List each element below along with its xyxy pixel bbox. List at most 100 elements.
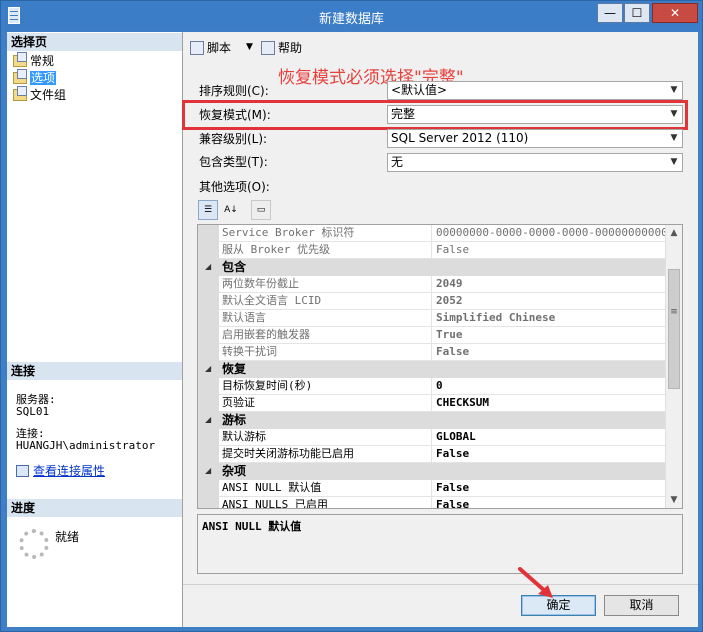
property-name: 目标恢复时间(秒) bbox=[220, 378, 432, 395]
property-name: Service Broker 标识符 bbox=[220, 225, 432, 242]
property-description: ANSI NULL 默认值 bbox=[197, 514, 683, 574]
page-item[interactable]: 文件组 bbox=[13, 86, 67, 103]
property-row[interactable]: 服从 Broker 优先级 False bbox=[198, 242, 665, 259]
property-row[interactable]: 转换干扰词 False bbox=[198, 344, 665, 361]
property-pages-icon[interactable]: ▭ bbox=[251, 200, 271, 220]
property-value[interactable]: False bbox=[434, 446, 665, 463]
property-row[interactable]: ANSI NULL 默认值 False bbox=[198, 480, 665, 497]
script-button[interactable]: 脚本 bbox=[190, 40, 231, 56]
properties-icon bbox=[16, 465, 29, 477]
property-name: 启用嵌套的触发器 bbox=[220, 327, 432, 344]
page-item[interactable]: 常规 bbox=[13, 52, 55, 69]
help-icon bbox=[261, 41, 275, 55]
title-bar[interactable]: 新建数据库 — ☐ ✕ bbox=[1, 1, 702, 31]
collapse-arrow-icon[interactable]: ◢ bbox=[205, 415, 211, 424]
minimize-button[interactable]: — bbox=[597, 3, 623, 23]
property-value[interactable]: True bbox=[434, 327, 665, 344]
category-name: 包含 bbox=[222, 260, 247, 274]
property-row[interactable]: 提交时关闭游标功能已启用 False bbox=[198, 446, 665, 463]
property-value[interactable]: False bbox=[434, 242, 665, 259]
property-grid-scrollbar[interactable]: ▲ ≡ ▼ bbox=[665, 225, 682, 508]
property-category-row[interactable]: ◢ 杂项 bbox=[198, 463, 665, 480]
property-row[interactable]: 两位数年份截止 2049 bbox=[198, 276, 665, 293]
compat-level-label: 兼容级别(L): bbox=[199, 132, 268, 146]
property-value[interactable]: False bbox=[434, 480, 665, 497]
connection-header: 连接 bbox=[7, 362, 182, 380]
property-name: ANSI NULL 默认值 bbox=[220, 480, 432, 497]
property-name: 默认语言 bbox=[220, 310, 432, 327]
page-icon bbox=[13, 69, 27, 84]
page-item[interactable]: 选项 bbox=[13, 69, 57, 86]
property-row[interactable]: ANSI NULLS 已启用 False bbox=[198, 497, 665, 508]
chevron-down-icon[interactable]: ▼ bbox=[666, 154, 682, 171]
chevron-down-icon[interactable]: ▼ bbox=[666, 82, 682, 99]
scroll-down-icon[interactable]: ▼ bbox=[666, 492, 682, 508]
progress-spinner-icon bbox=[19, 529, 49, 559]
script-label: 脚本 bbox=[207, 41, 232, 55]
row-gutter bbox=[198, 242, 219, 259]
dialog-window: 新建数据库 — ☐ ✕ 选择页 常规 选项 文件组 连接 服务器: SQL01 连接… bbox=[0, 0, 703, 632]
property-name: 提交时关闭游标功能已启用 bbox=[220, 446, 432, 463]
maximize-button[interactable]: ☐ bbox=[624, 3, 650, 23]
help-button[interactable]: 帮助 bbox=[261, 40, 302, 56]
property-value[interactable]: 2049 bbox=[434, 276, 665, 293]
collapse-arrow-icon[interactable]: ◢ bbox=[205, 466, 211, 475]
containment-combo[interactable]: 无 ▼ bbox=[387, 153, 683, 172]
property-value[interactable]: 00000000-0000-0000-0000-000000000000 bbox=[434, 225, 665, 242]
recovery-highlight-box bbox=[182, 100, 688, 130]
property-value[interactable]: False bbox=[434, 344, 665, 361]
property-row[interactable]: 默认全文语言 LCID 2052 bbox=[198, 293, 665, 310]
row-gutter bbox=[198, 480, 219, 497]
property-value[interactable]: 2052 bbox=[434, 293, 665, 310]
property-row[interactable]: 启用嵌套的触发器 True bbox=[198, 327, 665, 344]
containment-label: 包含类型(T): bbox=[199, 155, 268, 169]
scrollbar-thumb[interactable] bbox=[668, 269, 680, 389]
property-row[interactable]: 页验证 CHECKSUM bbox=[198, 395, 665, 412]
category-name: 游标 bbox=[222, 413, 247, 427]
collation-combo[interactable]: <默认值> ▼ bbox=[387, 81, 683, 100]
help-label: 帮助 bbox=[278, 41, 303, 55]
server-value: SQL01 bbox=[16, 405, 50, 418]
view-connection-properties-link[interactable]: 查看连接属性 bbox=[16, 462, 105, 479]
row-gutter bbox=[198, 395, 219, 412]
category-name: 杂项 bbox=[222, 464, 247, 478]
containment-value: 无 bbox=[391, 155, 404, 169]
scroll-up-icon[interactable]: ▲ bbox=[666, 225, 682, 241]
property-grid: Service Broker 标识符 00000000-0000-0000-000… bbox=[197, 224, 683, 509]
category-name: 恢复 bbox=[222, 362, 247, 376]
collation-label: 排序规则(C): bbox=[199, 84, 269, 98]
collapse-arrow-icon[interactable]: ◢ bbox=[205, 262, 211, 271]
property-category-row[interactable]: ◢ 恢复 bbox=[198, 361, 665, 378]
property-value[interactable]: Simplified Chinese bbox=[434, 310, 665, 327]
property-row[interactable]: 默认游标 GLOBAL bbox=[198, 429, 665, 446]
script-dropdown-arrow-icon[interactable]: ▼ bbox=[246, 42, 253, 52]
row-gutter bbox=[198, 378, 219, 395]
page-item-label: 文件组 bbox=[30, 88, 67, 102]
property-value[interactable]: 0 bbox=[434, 378, 665, 395]
collapse-arrow-icon[interactable]: ◢ bbox=[205, 364, 211, 373]
property-category-row[interactable]: ◢ 包含 bbox=[198, 259, 665, 276]
cancel-button[interactable]: 取消 bbox=[604, 595, 679, 616]
select-page-header: 选择页 bbox=[7, 33, 182, 51]
compat-level-combo[interactable]: SQL Server 2012 (110) ▼ bbox=[387, 129, 683, 148]
connection-value: HUANGJH\administrator bbox=[16, 439, 156, 452]
alphabetical-sort-icon[interactable]: A↓ bbox=[221, 200, 241, 220]
property-category-row[interactable]: ◢ 游标 bbox=[198, 412, 665, 429]
property-value[interactable]: False bbox=[434, 497, 665, 508]
row-gutter bbox=[198, 225, 219, 242]
chevron-down-icon[interactable]: ▼ bbox=[666, 130, 682, 147]
property-row[interactable]: 默认语言 Simplified Chinese bbox=[198, 310, 665, 327]
property-name: 两位数年份截止 bbox=[220, 276, 432, 293]
property-name: 转换干扰词 bbox=[220, 344, 432, 361]
categorized-view-icon[interactable]: ☰ bbox=[198, 200, 218, 220]
close-button[interactable]: ✕ bbox=[652, 3, 698, 23]
row-gutter bbox=[198, 327, 219, 344]
collation-value: <默认值> bbox=[391, 83, 448, 97]
property-row[interactable]: Service Broker 标识符 00000000-0000-0000-000… bbox=[198, 225, 665, 242]
property-value[interactable]: GLOBAL bbox=[434, 429, 665, 446]
page-item-label: 常规 bbox=[30, 54, 55, 68]
property-row[interactable]: 目标恢复时间(秒) 0 bbox=[198, 378, 665, 395]
property-value[interactable]: CHECKSUM bbox=[434, 395, 665, 412]
progress-header: 进度 bbox=[7, 499, 182, 517]
property-name: 服从 Broker 优先级 bbox=[220, 242, 432, 259]
